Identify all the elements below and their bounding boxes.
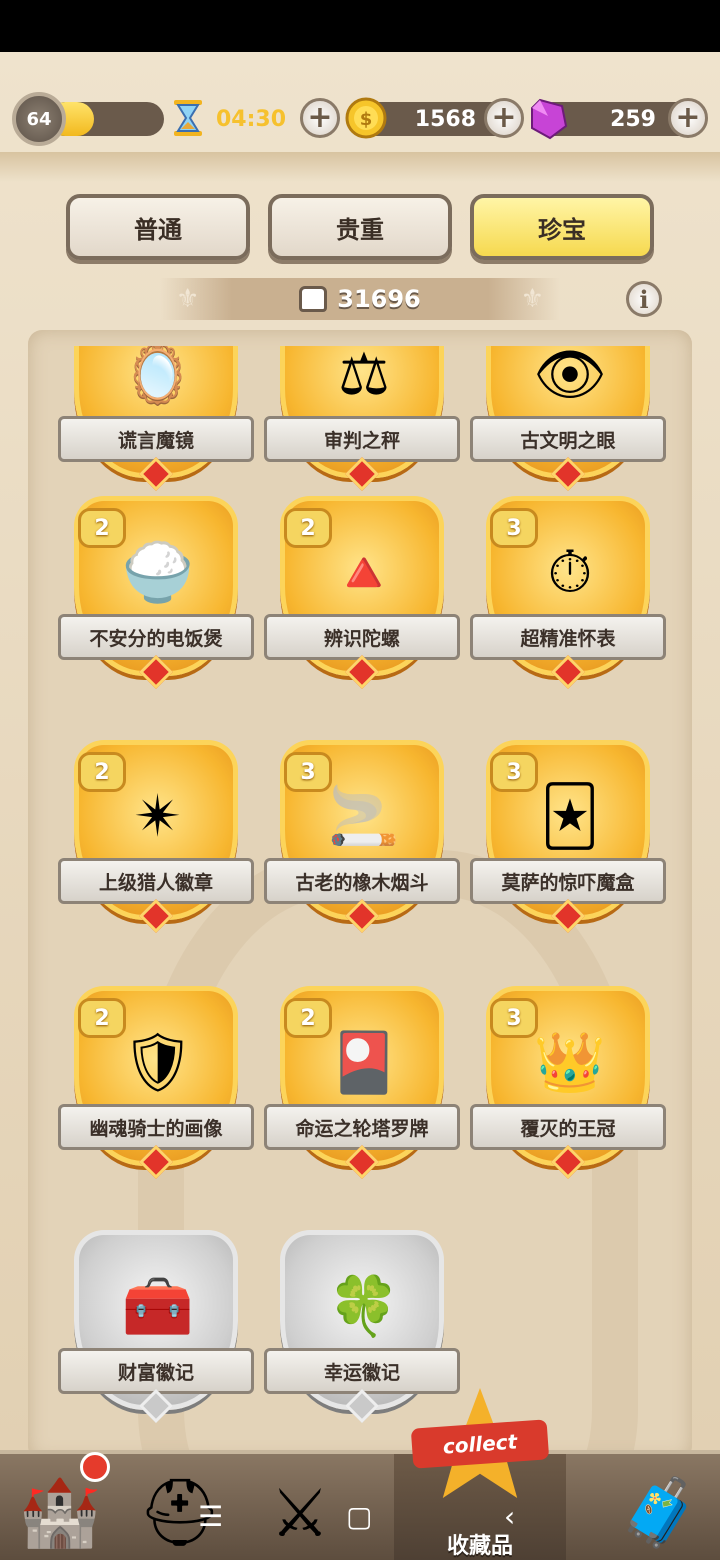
item-name-label: 古老的橡木烟斗	[255, 858, 469, 905]
item-name-label: 财富徽记	[49, 1348, 263, 1395]
collection-card[interactable]: 🍀 幸运徽记	[255, 1230, 469, 1430]
tab-treasure[interactable]: 珍宝	[470, 194, 654, 260]
tab-valuable[interactable]: 贵重	[268, 194, 452, 260]
knight-portrait-icon: 🛡	[121, 1028, 195, 1096]
collection-card[interactable]: ⏱ 3 超精准怀表	[461, 496, 675, 696]
collection-card[interactable]: 🔺 2 辨识陀螺	[255, 496, 469, 696]
item-name-label: 幸运徽记	[255, 1348, 469, 1395]
item-count-badge: 3	[490, 998, 538, 1038]
system-back-button[interactable]: ‹	[504, 1500, 515, 1533]
item-count-badge: 2	[78, 508, 126, 548]
nav-collection-label[interactable]: 收藏品	[394, 1528, 566, 1560]
item-count-badge: 2	[284, 998, 332, 1038]
fleur-right-icon: ⚜	[520, 284, 544, 314]
svg-text:$: $	[360, 109, 373, 130]
status-bar	[0, 0, 720, 52]
collection-card[interactable]: ⚖ 审判之秤	[255, 346, 469, 498]
pocket-watch-icon: ⏱	[547, 538, 593, 606]
tarot-card-icon: 🎴	[327, 1028, 401, 1096]
item-name-label: 审判之秤	[255, 416, 469, 463]
collection-card[interactable]: 🃏 3 莫萨的惊吓魔盒	[461, 740, 675, 940]
item-count-badge: 2	[78, 998, 126, 1038]
collection-card[interactable]: 🪞 谎言魔镜	[49, 346, 263, 498]
collection-card[interactable]: 🧰 财富徽记	[49, 1230, 263, 1430]
coin-icon: $	[345, 97, 387, 139]
add-coins-button[interactable]: +	[484, 98, 524, 138]
points-value: 31696	[337, 285, 421, 313]
item-name-label: 超精准怀表	[461, 614, 675, 661]
nav-chest[interactable]: 🧳	[610, 1468, 710, 1558]
collection-points: ⚜ 31696 ⚜	[160, 278, 560, 320]
collection-card[interactable]: 🛡 2 幽魂骑士的画像	[49, 986, 263, 1186]
pipe-icon: 🚬	[327, 782, 401, 850]
collection-grid: 🪞 谎言魔镜 ⚖ 审判之秤 👁 古文明之眼 🍚 2 不安分的电饭煲 🔺 2 辨识陀螺 ⏱ 3 超精准怀表 ✴ 2…	[0, 346, 720, 1446]
energy-timer: 04:30	[216, 106, 287, 132]
system-home-button[interactable]: ▢	[346, 1500, 372, 1533]
item-name-label: 上级猎人徽章	[49, 858, 263, 905]
gem-icon	[531, 98, 568, 140]
nav-battle[interactable]: ⚔	[250, 1468, 350, 1558]
item-name-label: 莫萨的惊吓魔盒	[461, 858, 675, 905]
add-gems-button[interactable]: +	[668, 98, 708, 138]
scales-icon: ⚖	[338, 346, 390, 408]
collection-card[interactable]: 🎴 2 命运之轮塔罗牌	[255, 986, 469, 1186]
item-count-badge: 3	[490, 752, 538, 792]
system-menu-button[interactable]: ☰	[198, 1500, 223, 1533]
item-name-label: 命运之轮塔罗牌	[255, 1104, 469, 1151]
collection-card[interactable]: 🚬 3 古老的橡木烟斗	[255, 740, 469, 940]
fleur-left-icon: ⚜	[176, 284, 200, 314]
treasure-chest-icon: 🧰	[121, 1272, 195, 1340]
item-count-badge: 2	[78, 752, 126, 792]
item-name-label: 不安分的电饭煲	[49, 614, 263, 661]
sword-shield-icon: ⚔	[270, 1474, 330, 1552]
collection-card[interactable]: 🍚 2 不安分的电饭煲	[49, 496, 263, 696]
resource-bar: 64 04:30 + 1568 $ + 259 +	[0, 92, 720, 148]
info-button[interactable]: i	[626, 281, 662, 317]
hunter-badge-icon: ✴	[133, 782, 183, 850]
tab-normal[interactable]: 普通	[66, 194, 250, 260]
collection-card[interactable]: 👁 古文明之眼	[461, 346, 675, 498]
item-name-label: 谎言魔镜	[49, 416, 263, 463]
item-name-label: 覆灭的王冠	[461, 1104, 675, 1151]
clover-icon: 🍀	[327, 1272, 401, 1340]
item-name-label: 幽魂骑士的画像	[49, 1104, 263, 1151]
crown-icon: 👑	[533, 1028, 607, 1096]
item-count-badge: 2	[284, 508, 332, 548]
level-badge[interactable]: 64	[12, 92, 66, 146]
add-energy-button[interactable]: +	[300, 98, 340, 138]
item-name-label: 辨识陀螺	[255, 614, 469, 661]
chest-icon: 🧳	[618, 1474, 702, 1551]
collection-card[interactable]: 👑 3 覆灭的王冠	[461, 986, 675, 1186]
rice-cooker-icon: 🍚	[121, 538, 195, 606]
castle-icon: 🏰	[18, 1474, 102, 1551]
item-name-label: 古文明之眼	[461, 416, 675, 463]
fist-icon	[299, 286, 328, 312]
collection-card[interactable]: ✴ 2 上级猎人徽章	[49, 740, 263, 940]
mirror-icon: 🪞	[121, 346, 195, 408]
notification-badge	[80, 1452, 110, 1482]
item-count-badge: 3	[284, 752, 332, 792]
item-count-badge: 3	[490, 508, 538, 548]
jack-in-box-icon: 🃏	[540, 782, 600, 850]
eye-icon: 👁	[533, 346, 607, 408]
spinning-top-icon: 🔺	[327, 538, 401, 606]
